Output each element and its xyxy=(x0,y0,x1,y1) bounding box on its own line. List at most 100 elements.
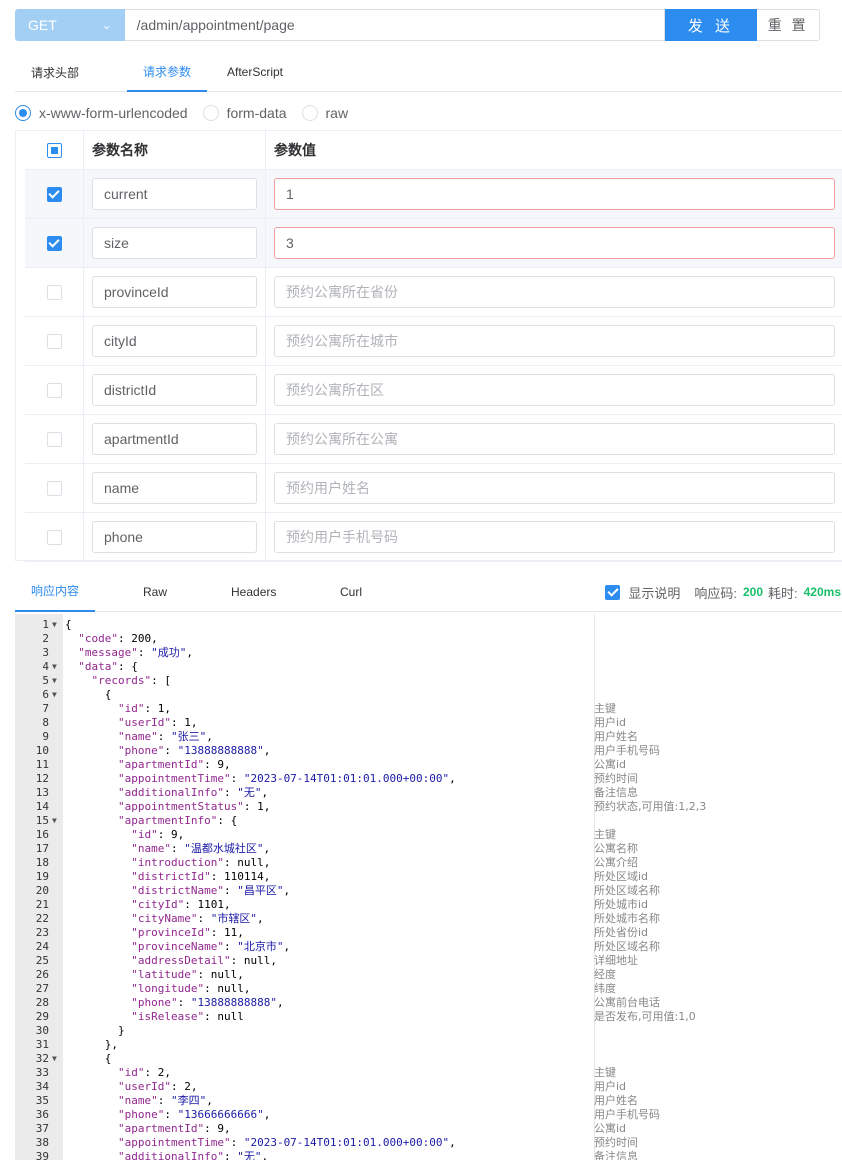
param-value-input[interactable]: 预约公寓所在区 xyxy=(274,374,835,406)
fold-toggle-icon[interactable]: ▼ xyxy=(52,618,57,632)
field-description: 是否发布,可用值:1,0 xyxy=(594,1010,696,1023)
param-name-input[interactable]: size xyxy=(92,227,257,259)
tab-request-headers[interactable]: 请求头部 xyxy=(31,52,127,92)
field-description: 预约状态,可用值:1,2,3 xyxy=(594,800,707,813)
select-all-checkbox[interactable] xyxy=(46,142,62,158)
param-value-input[interactable]: 3 xyxy=(274,227,835,259)
param-row: cityId 预约公寓所在城市 xyxy=(25,317,842,366)
fold-toggle-icon[interactable]: ▼ xyxy=(52,674,57,688)
method-value: GET xyxy=(28,17,57,33)
code-line: 10 "phone": "13888888888", 用户手机号码 xyxy=(15,744,842,758)
param-name-input[interactable]: apartmentId xyxy=(92,423,257,455)
tab-headers[interactable]: Headers xyxy=(231,571,276,612)
param-name-input[interactable]: name xyxy=(92,472,257,504)
param-checkbox[interactable] xyxy=(46,529,62,545)
tab-afterscript[interactable]: AfterScript xyxy=(227,52,283,92)
param-name-input[interactable]: provinceId xyxy=(92,276,257,308)
fold-toggle-icon[interactable]: ▼ xyxy=(52,814,57,828)
param-checkbox[interactable] xyxy=(46,284,62,300)
response-editor[interactable]: 1 ▼{2 "code": 200, 3 "message": "成功", 4 ▼ "d… xyxy=(15,614,842,1160)
param-value-placeholder: 预约公寓所在省份 xyxy=(286,284,398,300)
param-checkbox[interactable] xyxy=(46,186,62,202)
param-value-placeholder: 预约用户姓名 xyxy=(286,480,370,496)
code-line: 34 "userId": 2, 用户id xyxy=(15,1080,842,1094)
body-type-radios: x-www-form-urlencoded form-data raw xyxy=(15,103,363,123)
param-checkbox[interactable] xyxy=(46,431,62,447)
chevron-down-icon: ⌄ xyxy=(101,18,112,32)
code-line: 4 ▼ "data": { xyxy=(15,660,842,674)
code-text: "id": 9, xyxy=(131,828,185,841)
line-number: 9 xyxy=(42,730,49,743)
request-bar: GET ⌄ /admin/appointment/page 发 送 重 置 xyxy=(15,9,820,41)
code-text: "apartmentId": 9, xyxy=(117,758,231,771)
param-value-input[interactable]: 预约用户姓名 xyxy=(274,472,835,504)
param-checkbox[interactable] xyxy=(46,235,62,251)
radio-label: form-data xyxy=(226,105,287,121)
line-number: 13 xyxy=(35,786,49,799)
fold-toggle-icon[interactable]: ▼ xyxy=(52,1052,57,1066)
field-description: 所处区域名称 xyxy=(594,884,660,897)
param-checkbox[interactable] xyxy=(46,333,62,349)
line-number: 3 xyxy=(42,646,49,659)
param-value-input[interactable]: 预约用户手机号码 xyxy=(274,521,835,553)
reset-button[interactable]: 重 置 xyxy=(757,9,820,41)
param-value-input[interactable]: 1 xyxy=(274,178,835,210)
url-input[interactable]: /admin/appointment/page xyxy=(124,9,665,41)
code-text: "districtId": 110114, xyxy=(131,870,271,883)
line-number: 10 xyxy=(35,744,49,757)
line-number: 20 xyxy=(35,884,49,897)
param-value-input[interactable]: 预约公寓所在城市 xyxy=(274,325,835,357)
param-row: provinceId 预约公寓所在省份 xyxy=(25,268,842,317)
code-line: 13 "additionalInfo": "无", 备注信息 xyxy=(15,786,842,800)
line-number: 39 xyxy=(35,1150,49,1160)
line-number: 33 xyxy=(35,1066,49,1079)
line-number: 32 xyxy=(35,1052,49,1065)
line-number: 30 xyxy=(35,1024,49,1037)
param-name-input[interactable]: cityId xyxy=(92,325,257,357)
line-number: 25 xyxy=(35,954,49,967)
response-status: 显示说明 响应码: 200 耗时: 420ms xyxy=(605,583,841,601)
param-value-input[interactable]: 预约公寓所在公寓 xyxy=(274,423,835,455)
code-text: "message": "成功", xyxy=(78,646,193,659)
line-number: 22 xyxy=(35,912,49,925)
param-name-input[interactable]: current xyxy=(92,178,257,210)
code-line: 21 "cityId": 1101, 所处城市id xyxy=(15,898,842,912)
tab-curl[interactable]: Curl xyxy=(340,571,362,612)
param-name-input[interactable]: districtId xyxy=(92,374,257,406)
code-line: 29 "isRelease": null 是否发布,可用值:1,0 xyxy=(15,1010,842,1024)
method-select[interactable]: GET ⌄ xyxy=(15,9,125,41)
radio-x-www-form-urlencoded[interactable]: x-www-form-urlencoded xyxy=(15,105,188,121)
line-number: 1 xyxy=(42,618,49,631)
code-line: 39 "additionalInfo": "无", 备注信息 xyxy=(15,1150,842,1160)
code-line: 18 "introduction": null, 公寓介绍 xyxy=(15,856,842,870)
line-number: 6 xyxy=(42,688,49,701)
param-name-input[interactable]: phone xyxy=(92,521,257,553)
field-description: 用户姓名 xyxy=(594,730,638,743)
show-description-checkbox[interactable] xyxy=(605,584,621,600)
param-checkbox[interactable] xyxy=(46,480,62,496)
field-description: 备注信息 xyxy=(594,1150,638,1160)
line-number: 8 xyxy=(42,716,49,729)
code-line: 30 } xyxy=(15,1024,842,1038)
fold-toggle-icon[interactable]: ▼ xyxy=(52,688,57,702)
param-value-placeholder: 预约公寓所在区 xyxy=(286,382,384,398)
send-button[interactable]: 发 送 xyxy=(664,9,758,41)
code-text: "phone": "13666666666", xyxy=(117,1108,271,1121)
radio-form-data[interactable]: form-data xyxy=(202,105,287,121)
tab-request-params[interactable]: 请求参数 xyxy=(127,52,207,92)
param-value-input[interactable]: 预约公寓所在省份 xyxy=(274,276,835,308)
tab-raw[interactable]: Raw xyxy=(143,571,167,612)
code-text: "apartmentId": 9, xyxy=(117,1122,231,1135)
line-number: 14 xyxy=(35,800,49,813)
code-text: "additionalInfo": "无", xyxy=(117,1150,269,1160)
code-text: "latitude": null, xyxy=(131,968,244,981)
param-row: size 3 xyxy=(25,219,842,268)
param-checkbox[interactable] xyxy=(46,382,62,398)
fold-toggle-icon[interactable]: ▼ xyxy=(52,660,57,674)
radio-raw[interactable]: raw xyxy=(301,105,348,121)
tab-response-content[interactable]: 响应内容 xyxy=(15,571,95,612)
param-value-placeholder: 预约公寓所在城市 xyxy=(286,333,398,349)
code-text: "cityName": "市辖区", xyxy=(131,912,264,925)
param-row: phone 预约用户手机号码 xyxy=(25,513,842,562)
param-row: districtId 预约公寓所在区 xyxy=(25,366,842,415)
